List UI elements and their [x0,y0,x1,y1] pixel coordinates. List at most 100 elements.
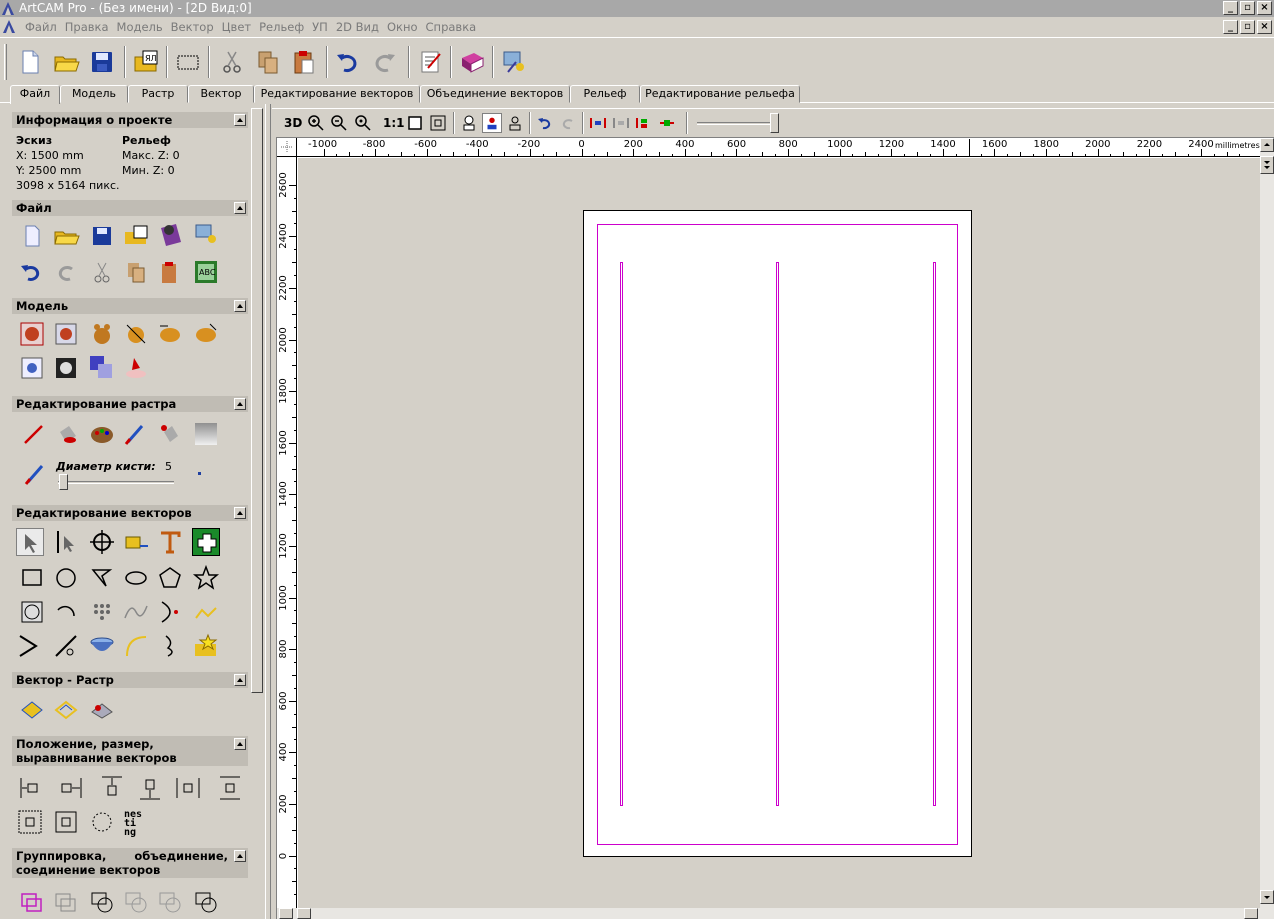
copy-icon[interactable] [254,48,282,76]
text-tool-icon[interactable] [156,528,184,556]
close-button[interactable]: × [1257,1,1272,15]
open-image-icon[interactable]: ЯЛ [132,48,160,76]
ellipse-icon[interactable] [122,564,150,592]
cut-icon[interactable] [88,258,116,286]
star-icon[interactable] [192,564,220,592]
wizard-icon[interactable] [500,48,528,76]
section-header-group[interactable]: Группировка, объединение, соединение век… [12,848,248,878]
doc-restore-button[interactable]: ▫ [1240,20,1255,34]
color-vector-icon[interactable] [88,696,116,724]
tab-relief-editing[interactable]: Редактирование рельефа [640,85,800,103]
menu-item[interactable]: Модель [115,20,169,34]
rectangle-icon[interactable] [18,564,46,592]
save-icon[interactable] [88,222,116,250]
vector-to-bitmap-icon[interactable] [18,696,46,724]
paint-bucket-icon[interactable] [54,420,82,448]
nesting-icon[interactable]: nes ti ng [124,810,152,838]
menu-item[interactable]: УП [310,20,334,34]
teddy-bear-icon[interactable] [88,320,116,348]
doc-close-button[interactable]: × [1257,20,1272,34]
smooth-curve-icon[interactable] [122,598,150,626]
tab-vector-editing[interactable]: Редактирование векторов [254,85,420,103]
cut-icon[interactable] [218,48,246,76]
zoom-previous-icon[interactable] [353,113,373,133]
redo-icon[interactable] [370,48,398,76]
view-horizontal-scrollbar[interactable] [277,908,1274,919]
align-left-icon[interactable] [18,774,46,802]
collapse-button[interactable] [234,114,246,126]
tab-file[interactable]: Файл [10,85,60,104]
panel-scrollbar[interactable] [250,108,264,693]
polyline-icon[interactable] [88,564,116,592]
zoom-in-icon[interactable] [306,113,326,133]
toolbar-grip[interactable] [4,44,7,80]
tab-vector[interactable]: Вектор [188,85,254,103]
color-fill-icon[interactable] [122,354,150,382]
tab-model[interactable]: Модель [60,85,128,103]
section-header-model[interactable]: Модель [12,298,248,314]
model-origin-icon[interactable] [52,320,80,348]
menu-item[interactable]: Справка [424,20,483,34]
panel-splitter[interactable] [265,104,271,919]
circle-icon[interactable] [52,564,80,592]
layer-mode-icon[interactable] [459,113,479,133]
menu-item[interactable]: 2D Вид [334,20,385,34]
section-header-vector-raster[interactable]: Вектор - Растр [12,672,248,688]
brush-slider-thumb[interactable] [59,474,68,490]
model-size-icon[interactable] [18,320,46,348]
center-vertical-icon[interactable] [216,774,244,802]
show-guides-icon[interactable] [634,113,654,133]
snap-grid-icon[interactable] [588,113,608,133]
transform-icon[interactable] [88,528,116,556]
fit-selection-icon[interactable] [428,113,448,133]
ungroup-icon[interactable] [52,888,80,916]
join-icon[interactable] [192,888,220,916]
redo-icon[interactable] [52,258,80,286]
center-horizontal-icon[interactable] [174,774,202,802]
snap-objects-icon[interactable] [611,113,631,133]
select-rect-icon[interactable] [174,48,202,76]
scroll-left-button[interactable] [279,908,293,919]
fit-page-icon[interactable] [405,113,425,133]
menu-item[interactable]: Рельеф [257,20,310,34]
center-in-page-icon[interactable] [16,808,44,836]
vector-mode-icon[interactable] [505,113,525,133]
section-header-position[interactable]: Положение, размер, выравнивание векторов [12,736,248,766]
palette-icon[interactable] [88,420,116,448]
paste-icon[interactable] [290,48,318,76]
scale-icon[interactable] [52,808,80,836]
scroll-toggle-button[interactable] [1260,156,1274,174]
minimize-button[interactable]: _ [1223,1,1238,15]
new-file-icon[interactable] [16,48,44,76]
view-redo-icon[interactable] [558,113,578,133]
align-right-icon[interactable] [56,774,84,802]
bitmap-to-vector-icon[interactable] [18,354,46,382]
document-icon[interactable] [2,19,17,34]
model-flip-icon[interactable] [192,320,220,348]
portrait-book-icon[interactable] [156,220,184,248]
vertical-ruler[interactable]: 2600 2400 2200 2000 1800 1600 1400 1200 1000 800 6… [277,157,297,908]
color-gradient-icon[interactable] [88,354,116,382]
view-vertical-scrollbar[interactable] [1260,138,1274,908]
subtract-icon[interactable] [122,888,150,916]
open-image-icon[interactable] [122,222,150,250]
view-undo-icon[interactable] [535,113,555,133]
section-header-project-info[interactable]: Информация о проекте [12,112,248,128]
bowl-icon[interactable] [88,632,116,660]
drawing-canvas[interactable] [298,158,1260,908]
paste-icon[interactable] [156,258,184,286]
bezier-icon[interactable] [156,598,184,626]
tab-vector-merge[interactable]: Объединение векторов [420,85,570,103]
align-bottom-icon[interactable] [136,774,164,802]
menu-item[interactable]: Окно [385,20,424,34]
view-3d-button[interactable]: 3D [284,113,302,133]
circle-array-icon[interactable] [88,808,116,836]
color-mode-icon[interactable] [482,113,502,133]
pencil-icon[interactable] [20,420,48,448]
scroll-right-button[interactable] [1244,908,1258,919]
measure-tape-icon[interactable] [122,528,150,556]
add-vector-icon[interactable] [192,528,220,556]
doc-minimize-button[interactable]: _ [1223,20,1238,34]
trim-icon[interactable] [52,632,80,660]
open-folder-icon[interactable] [52,48,80,76]
